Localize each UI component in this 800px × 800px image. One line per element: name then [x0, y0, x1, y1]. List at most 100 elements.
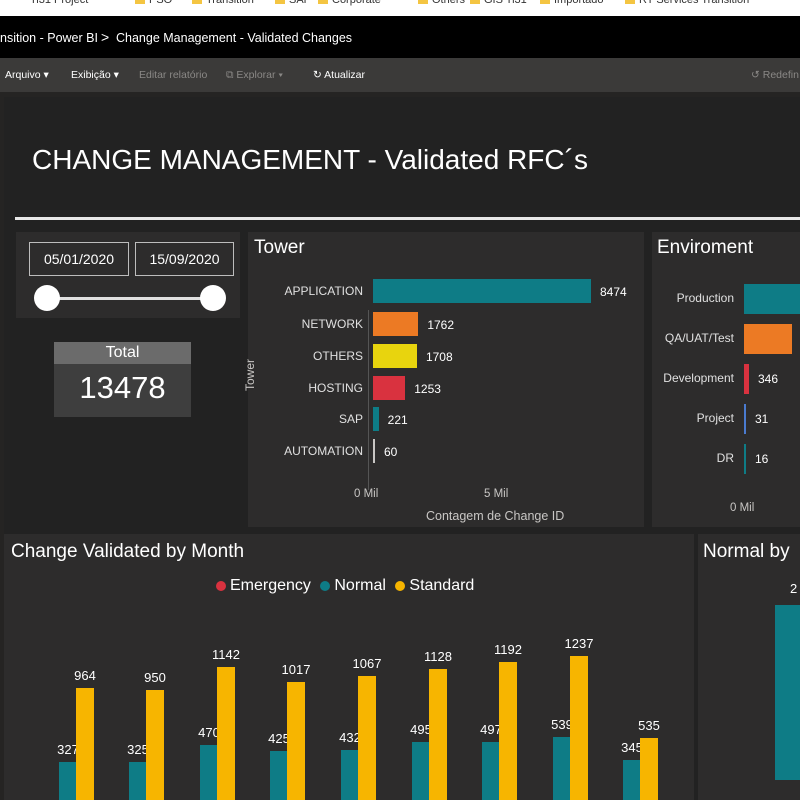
monthly-bar-standard[interactable]	[146, 689, 164, 800]
tower-bar[interactable]	[373, 407, 379, 431]
total-label: Total	[54, 342, 191, 364]
monthly-bar-standard[interactable]	[640, 737, 658, 800]
tower-value-label: 221	[387, 413, 408, 427]
folder-icon	[625, 0, 635, 5]
environment-value-label: 31	[755, 412, 769, 426]
environment-category-label: QA/UAT/Test	[664, 331, 734, 345]
environment-category-label: Development	[663, 371, 734, 385]
breadcrumb-workspace[interactable]: nsition - Power BI	[0, 31, 98, 45]
reset-icon: ↺	[751, 69, 760, 81]
total-card: Total 13478	[54, 342, 191, 417]
monthly-chart: Change Validated by Month Emergency Norm…	[4, 534, 694, 800]
environment-value-label: 346	[758, 372, 779, 386]
explore-icon: ⧉	[226, 69, 234, 81]
monthly-bar-normal[interactable]	[623, 759, 641, 800]
monthly-bar-normal[interactable]	[341, 749, 359, 800]
environment-bar[interactable]	[744, 284, 800, 314]
tower-bar[interactable]	[373, 376, 406, 400]
bookmark-label: Others	[432, 0, 466, 6]
bookmark-label: Importado	[554, 0, 604, 6]
monthly-bar-normal[interactable]	[412, 742, 430, 800]
monthly-bar-standard[interactable]	[358, 676, 376, 800]
chevron-down-icon: ▾	[113, 69, 119, 81]
monthly-bar-standard[interactable]	[499, 661, 517, 800]
legend-normal[interactable]: Normal	[320, 577, 386, 594]
monthly-bar-normal[interactable]	[482, 742, 500, 800]
bookmark-item[interactable]: RT Services Transition	[625, 0, 749, 6]
slider-track	[46, 297, 214, 300]
tower-category-label: APPLICATION	[284, 284, 363, 298]
breadcrumb-separator-icon: >	[101, 29, 110, 45]
normal-by-value-label: 2	[790, 581, 798, 596]
bookmark-item[interactable]: PSO	[135, 0, 172, 6]
bookmark-label: Corporate	[332, 0, 381, 6]
menu-reset[interactable]: ↺ Redefin	[751, 69, 799, 81]
monthly-bar-normal[interactable]	[200, 745, 218, 800]
tower-category-label: OTHERS	[312, 349, 363, 363]
folder-icon	[135, 0, 145, 5]
monthly-bar-standard[interactable]	[287, 681, 305, 800]
menu-file[interactable]: Arquivo ▾	[5, 69, 49, 81]
environment-value-label: 16	[755, 452, 769, 466]
bookmark-item[interactable]: Corporate	[318, 0, 381, 6]
monthly-value-label-standard: 1128	[424, 648, 452, 664]
tower-bar[interactable]	[373, 439, 375, 463]
environment-bar[interactable]	[744, 404, 746, 434]
menu-edit-report[interactable]: Editar relatório	[139, 69, 207, 81]
date-slicer: 05/01/2020 15/09/2020	[16, 232, 240, 318]
bookmark-item[interactable]: GIS Ti31	[470, 0, 527, 6]
monthly-value-label-standard: 1067	[352, 656, 382, 672]
monthly-value-label-standard: 1017	[281, 661, 311, 677]
bookmark-item[interactable]: Importado	[540, 0, 604, 6]
bookmark-item[interactable]: Ti31 Project	[30, 0, 88, 6]
monthly-bar-standard[interactable]	[429, 668, 447, 800]
environment-bar[interactable]	[744, 324, 792, 354]
monthly-bar-standard[interactable]	[217, 667, 235, 800]
tower-bar[interactable]	[373, 312, 419, 336]
environment-category-label: Project	[696, 411, 734, 425]
bookmark-item[interactable]: Others	[418, 0, 465, 6]
folder-icon	[418, 0, 428, 5]
total-value: 13478	[79, 370, 166, 405]
environment-bar[interactable]	[744, 444, 746, 474]
folder-icon	[275, 0, 285, 5]
tower-category-label: NETWORK	[301, 317, 363, 331]
bookmark-item[interactable]: Transition	[192, 0, 254, 6]
slider-end-handle[interactable]	[200, 285, 226, 311]
tower-x-tick-1: 5 Mil	[484, 488, 509, 500]
monthly-bar-standard[interactable]	[570, 656, 588, 800]
tower-value-label: 1762	[427, 318, 455, 332]
bookmark-label: GIS Ti31	[484, 0, 527, 6]
legend-standard[interactable]: Standard	[395, 577, 474, 594]
monthly-bar-normal[interactable]	[270, 750, 288, 800]
tower-bar[interactable]	[373, 279, 591, 303]
monthly-bar-standard[interactable]	[76, 688, 94, 800]
date-end-input[interactable]: 15/09/2020	[135, 242, 234, 276]
folder-icon	[540, 0, 550, 5]
normal-by-chart-title: Normal by	[703, 541, 790, 562]
breadcrumb-report[interactable]: Change Management - Validated Changes	[116, 31, 352, 45]
monthly-chart-title: Change Validated by Month	[11, 541, 245, 562]
menu-explore[interactable]: ⧉ Explorar ▾	[226, 69, 283, 82]
report-menubar: Arquivo ▾ Exibição ▾ Editar relatório ⧉ …	[0, 58, 800, 92]
refresh-icon: ↻	[313, 69, 322, 81]
legend-emergency[interactable]: Emergency	[216, 577, 311, 594]
monthly-bar-normal[interactable]	[59, 762, 77, 800]
menu-refresh[interactable]: ↻ Atualizar	[313, 69, 365, 81]
environment-category-label: Production	[676, 291, 734, 305]
slider-start-handle[interactable]	[34, 285, 60, 311]
tower-axis-line	[368, 310, 369, 490]
tower-value-label: 1253	[414, 382, 441, 396]
bookmark-item[interactable]: SAP	[275, 0, 311, 6]
date-start-input[interactable]: 05/01/2020	[29, 242, 129, 276]
tower-bar[interactable]	[373, 344, 417, 368]
chevron-down-icon: ▾	[43, 69, 49, 81]
tower-chart-title: Tower	[254, 237, 305, 258]
monthly-bar-normal[interactable]	[129, 762, 147, 800]
normal-by-chart: Normal by 2	[698, 534, 800, 800]
monthly-bar-normal[interactable]	[553, 737, 571, 800]
menu-view[interactable]: Exibição ▾	[71, 69, 119, 81]
normal-by-bar[interactable]	[775, 605, 800, 780]
environment-bar[interactable]	[744, 364, 749, 394]
bookmarks-bar: Ti31 Project PSO Transition SAP Corporate Oth…	[0, 0, 800, 16]
